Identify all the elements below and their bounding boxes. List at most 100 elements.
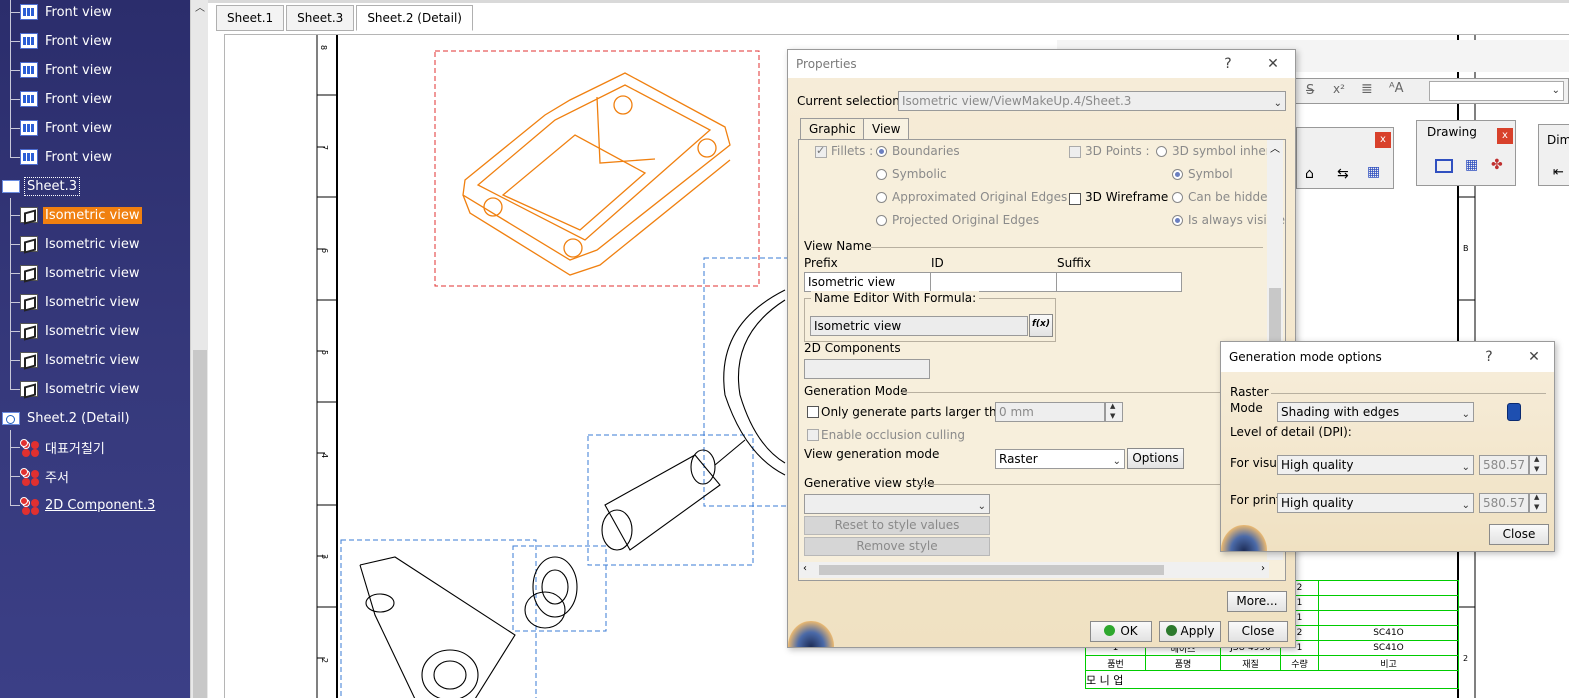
tab-view[interactable]: View: [863, 118, 910, 140]
wireframe-checkbox[interactable]: [1069, 193, 1081, 205]
current-selection-combo[interactable]: Isometric view/ViewMakeUp.4/Sheet.3 ⌄: [898, 91, 1286, 111]
chevron-down-icon: ⌄: [1273, 98, 1282, 109]
more-button[interactable]: More...: [1227, 591, 1287, 612]
close-icon[interactable]: ✕: [1263, 54, 1283, 74]
size-threshold-field[interactable]: 0 mm: [995, 402, 1105, 422]
tree-item[interactable]: Isometric view: [20, 262, 142, 284]
scrollbar-thumb[interactable]: [819, 565, 1164, 575]
font-size-combo[interactable]: ⌄: [1429, 81, 1564, 101]
points3d-label: 3D Points :: [1085, 144, 1150, 158]
can-be-hidden-radio[interactable]: [1172, 192, 1183, 203]
print-dpi-spinner[interactable]: [1529, 493, 1547, 513]
symbol-radio[interactable]: [1172, 169, 1183, 180]
tab-graphic[interactable]: Graphic: [800, 118, 865, 140]
style-combo[interactable]: ⌄: [804, 494, 990, 514]
ok-button[interactable]: OK: [1090, 621, 1152, 642]
remove-style-button[interactable]: Remove style: [804, 537, 990, 556]
tree-item[interactable]: Front view: [20, 59, 114, 81]
title-block-footer: 모 니 업: [1085, 670, 1459, 689]
reset-style-button[interactable]: Reset to style values: [804, 516, 990, 535]
tree-item[interactable]: Front view: [20, 1, 114, 23]
points3d-checkbox[interactable]: [1069, 146, 1081, 158]
tree-item[interactable]: 주서: [20, 465, 71, 487]
text-size-icon[interactable]: ᴬA: [1389, 81, 1404, 96]
tree-item[interactable]: Sheet.2 (Detail): [2, 407, 132, 429]
size-spinner[interactable]: [1105, 402, 1123, 422]
close-button[interactable]: Close: [1228, 621, 1288, 642]
apply-button[interactable]: Apply: [1159, 621, 1221, 642]
panel-horizontal-scrollbar[interactable]: ‹ ›: [799, 562, 1269, 578]
tree-scrollbar[interactable]: ︿: [190, 0, 208, 698]
new-view-icon[interactable]: ▦: [1465, 157, 1478, 173]
isometric-part-orange[interactable]: [462, 72, 731, 276]
new-sheet-icon[interactable]: [1435, 159, 1453, 173]
tree-item[interactable]: Front view: [20, 117, 114, 139]
close-toolbar-button[interactable]: x: [1497, 128, 1513, 144]
scroll-up-icon[interactable]: ︿: [191, 0, 209, 18]
tab-sheet-3[interactable]: Sheet.3: [286, 5, 355, 31]
visu-dpi-field[interactable]: 580.57: [1479, 455, 1529, 475]
scrollbar-thumb[interactable]: [193, 350, 207, 698]
chevron-down-icon: ⌄: [1112, 456, 1121, 467]
fillet-projected-radio[interactable]: [876, 215, 887, 226]
components-icon[interactable]: ✤: [1491, 157, 1503, 173]
id-field[interactable]: [930, 272, 1057, 292]
options-button[interactable]: Options: [1127, 448, 1184, 469]
strikethrough-icon[interactable]: S̶: [1306, 83, 1314, 98]
scroll-up-icon[interactable]: ︿: [1270, 140, 1280, 155]
scroll-right-icon[interactable]: ›: [1261, 563, 1265, 574]
help-button[interactable]: ?: [1218, 54, 1238, 74]
tree-item[interactable]: Isometric view: [20, 291, 142, 313]
fillets-checkbox[interactable]: [815, 144, 827, 158]
tree-item[interactable]: Front view: [20, 30, 114, 52]
tab-sheet-1[interactable]: Sheet.1: [216, 5, 285, 31]
tree-item[interactable]: Isometric view: [20, 233, 142, 255]
view-tool-icon[interactable]: ⇆: [1337, 166, 1349, 182]
name-editor-field[interactable]: Isometric view: [810, 316, 1028, 336]
ruler-label: 3: [320, 554, 329, 559]
suffix-field[interactable]: [1056, 272, 1182, 292]
components-field[interactable]: [804, 359, 930, 379]
view-tool-icon[interactable]: ⌂: [1305, 166, 1314, 182]
scrollbar-thumb[interactable]: [1269, 288, 1281, 343]
fillet-symbolic-radio[interactable]: [876, 169, 887, 180]
dimension-icon[interactable]: ⇤: [1553, 165, 1564, 180]
visu-quality-combo[interactable]: High quality ⌄: [1277, 455, 1474, 475]
isometric-parts-black[interactable]: [359, 289, 786, 698]
only-larger-checkbox[interactable]: [807, 406, 819, 418]
close-icon[interactable]: ✕: [1524, 347, 1544, 367]
occlusion-checkbox[interactable]: [807, 429, 819, 441]
tab-sheet-2-detail[interactable]: Sheet.2 (Detail): [356, 5, 473, 31]
tree-item[interactable]: Isometric view: [20, 320, 142, 342]
raster-mode-combo[interactable]: Shading with edges ⌄: [1277, 402, 1474, 422]
tree-item[interactable]: Isometric view: [20, 204, 142, 226]
tree-connector: [10, 360, 20, 361]
fillet-boundaries-radio[interactable]: [876, 146, 887, 157]
scroll-left-icon[interactable]: ‹: [803, 563, 807, 574]
close-button[interactable]: Close: [1489, 524, 1549, 545]
align-icon[interactable]: ≣: [1361, 81, 1373, 97]
tree-item[interactable]: Front view: [20, 146, 114, 168]
help-button[interactable]: ?: [1479, 347, 1499, 367]
database-icon[interactable]: [1507, 403, 1521, 421]
fillet-approximated-radio[interactable]: [876, 192, 887, 203]
generation-mode-combo[interactable]: Raster ⌄: [995, 449, 1125, 469]
tree-connector: [10, 70, 20, 71]
close-toolbar-button[interactable]: x: [1375, 132, 1391, 148]
tree-item[interactable]: 2D Component.3: [20, 494, 157, 516]
tree-item[interactable]: Front view: [20, 88, 114, 110]
tree-connector: [10, 430, 11, 506]
formula-button[interactable]: f(x): [1029, 314, 1053, 337]
prefix-field[interactable]: Isometric view: [804, 272, 931, 292]
visu-dpi-spinner[interactable]: [1529, 455, 1547, 475]
tree-item[interactable]: Sheet.3: [2, 175, 80, 197]
tree-item[interactable]: Isometric view: [20, 378, 142, 400]
always-visible-radio[interactable]: [1172, 215, 1183, 226]
print-quality-combo[interactable]: High quality ⌄: [1277, 493, 1474, 513]
print-dpi-field[interactable]: 580.57: [1479, 493, 1529, 513]
view-tool-icon[interactable]: ▦: [1367, 164, 1380, 180]
symbol-inherit-radio[interactable]: [1156, 146, 1167, 157]
tree-item[interactable]: Isometric view: [20, 349, 142, 371]
tree-item[interactable]: 대표거칠기: [20, 436, 107, 458]
superscript-icon[interactable]: x²: [1333, 82, 1345, 96]
